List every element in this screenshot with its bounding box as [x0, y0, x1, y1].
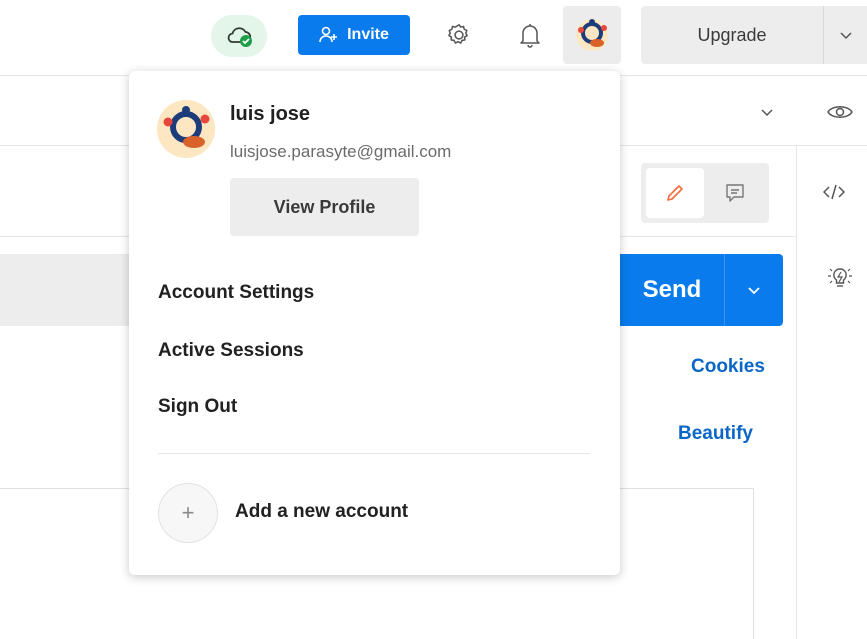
cookies-link[interactable]: Cookies: [691, 356, 765, 378]
invite-user-icon: [319, 26, 338, 43]
view-profile-button[interactable]: View Profile: [230, 178, 419, 236]
edit-mode-button[interactable]: [646, 168, 704, 218]
menu-item-sign-out[interactable]: Sign Out: [158, 396, 237, 418]
user-avatar-image: [157, 100, 215, 158]
upgrade-menu-toggle[interactable]: [823, 6, 867, 64]
environment-quick-look-button[interactable]: [822, 96, 858, 128]
cloud-sync-status[interactable]: [211, 15, 267, 57]
avatar: [576, 19, 608, 51]
add-account-label[interactable]: Add a new account: [235, 501, 408, 523]
chevron-down-icon: [761, 109, 773, 117]
avatar: [157, 100, 215, 158]
chevron-down-icon: [839, 32, 852, 40]
right-sidebar-divider: [796, 146, 797, 639]
upgrade-button[interactable]: Upgrade: [641, 6, 823, 64]
eye-icon: [827, 106, 853, 118]
send-button[interactable]: Send: [620, 254, 724, 326]
menu-item-account-settings[interactable]: Account Settings: [158, 282, 314, 304]
environment-selector-toggle[interactable]: [752, 98, 782, 126]
cloud-sync-icon: [227, 27, 252, 47]
user-email: luisjose.parasyte@gmail.com: [230, 142, 452, 161]
gear-icon: [448, 23, 468, 44]
code-snippet-button[interactable]: [816, 176, 852, 208]
lightbulb-icon: [828, 268, 852, 287]
comment-mode-button[interactable]: [706, 168, 764, 218]
settings-button[interactable]: [441, 17, 477, 53]
menu-item-active-sessions[interactable]: Active Sessions: [158, 340, 304, 362]
menu-divider: [158, 453, 590, 454]
chevron-down-icon: [748, 287, 760, 295]
send-options-toggle[interactable]: [724, 254, 783, 326]
beautify-link[interactable]: Beautify: [678, 423, 753, 445]
invite-label: Invite: [347, 26, 389, 43]
account-avatar-button[interactable]: [563, 6, 621, 64]
comment-icon: [726, 184, 744, 202]
user-name: luis jose: [230, 103, 311, 125]
suggestions-button[interactable]: [822, 260, 858, 294]
invite-button[interactable]: Invite: [298, 15, 410, 55]
bell-icon: [520, 24, 540, 48]
add-account-button[interactable]: +: [158, 483, 218, 543]
notifications-button[interactable]: [512, 17, 548, 53]
pencil-icon: [667, 185, 683, 201]
plus-icon: +: [181, 500, 195, 525]
code-icon: [823, 184, 845, 200]
